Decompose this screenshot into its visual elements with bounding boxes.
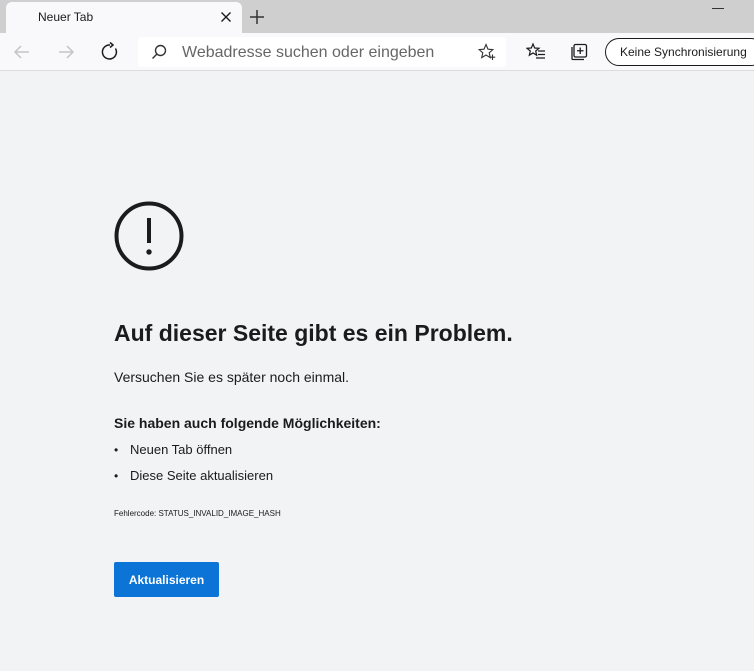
address-input[interactable]: Webadresse suchen oder eingeben [182,44,434,62]
exclamation-circle-icon [114,201,184,271]
error-description: Versuchen Sie es später noch einmal. [114,369,350,385]
reload-icon[interactable] [98,40,122,64]
sync-button[interactable]: Keine Synchronisierung [605,38,754,66]
options-heading: Sie haben auch folgende Möglichkeiten: [114,415,381,431]
browser-toolbar: Webadresse suchen oder eingeben Keine Sy… [0,33,754,71]
search-icon [152,44,167,59]
options-list: • Neuen Tab öffnen • Diese Seite aktuali… [114,441,273,493]
option-refresh: Diese Seite aktualisieren [130,468,274,483]
refresh-button[interactable]: Aktualisieren [114,562,219,597]
list-item: • Neuen Tab öffnen [114,441,273,467]
sync-label: Keine Synchronisierung [620,45,747,59]
plus-icon[interactable] [246,6,268,28]
favorites-icon[interactable] [526,42,546,62]
star-add-icon[interactable] [478,43,496,61]
tab-strip: Neuer Tab [0,0,754,33]
collections-icon[interactable] [569,42,589,62]
error-code: Fehlercode: STATUS_INVALID_IMAGE_HASH [114,509,281,518]
back-arrow-icon[interactable] [10,40,34,64]
list-item: • Diese Seite aktualisieren [114,467,273,493]
tab-active[interactable]: Neuer Tab [6,2,242,33]
option-new-tab: Neuen Tab öffnen [130,442,233,457]
page-title: Auf dieser Seite gibt es ein Problem. [114,320,513,346]
minimize-button[interactable] [712,8,724,9]
bullet-icon: • [114,469,119,483]
close-icon[interactable] [218,9,234,25]
address-bar[interactable]: Webadresse suchen oder eingeben [138,37,506,67]
bullet-icon: • [114,443,119,457]
tab-title: Neuer Tab [38,10,94,24]
forward-arrow-icon[interactable] [54,40,78,64]
